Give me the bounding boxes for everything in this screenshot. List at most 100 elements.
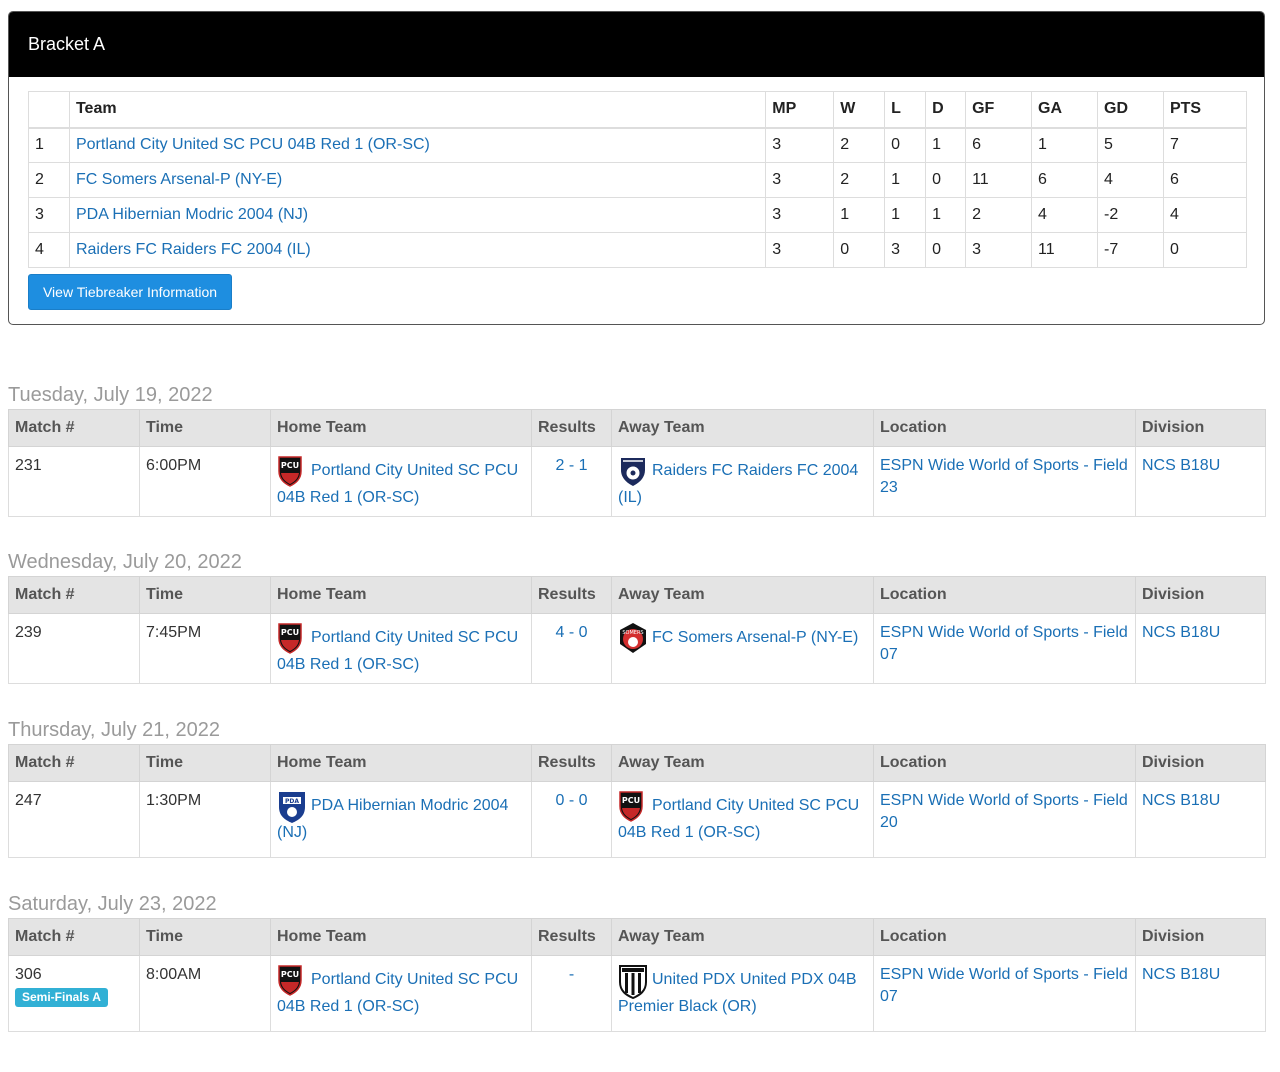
match-result-link[interactable]: - bbox=[531, 955, 612, 1032]
day-date: Saturday, July 23, 2022 bbox=[8, 893, 217, 915]
col-time: Time bbox=[139, 409, 271, 447]
svg-text:PCU: PCU bbox=[281, 628, 299, 637]
col-location: Location bbox=[873, 744, 1136, 782]
match-number: 306 bbox=[15, 966, 42, 983]
away-team-logo-icon bbox=[618, 964, 647, 1000]
match-number: 231 bbox=[15, 457, 42, 474]
away-team-link[interactable]: Raiders FC Raiders FC 2004 (IL) bbox=[618, 462, 858, 506]
pts: 7 bbox=[1162, 127, 1248, 163]
division-link[interactable]: NCS B18U bbox=[1142, 624, 1220, 641]
match-number-cell: 306 Semi-Finals A bbox=[8, 955, 140, 1032]
l: 3 bbox=[884, 232, 927, 268]
match-number: 247 bbox=[15, 792, 42, 809]
col-gd: GD bbox=[1097, 91, 1164, 129]
home-team-link[interactable]: Portland City United SC PCU 04B Red 1 (O… bbox=[277, 629, 518, 673]
mp: 3 bbox=[765, 162, 835, 198]
table-row: 2 FC Somers Arsenal-P (NY-E) 3 2 1 0 11 … bbox=[28, 162, 1248, 198]
match-time: 7:45PM bbox=[139, 613, 271, 684]
col-match-number: Match # bbox=[8, 744, 140, 782]
col-location: Location bbox=[873, 409, 1136, 447]
svg-text:PDA: PDA bbox=[285, 798, 299, 805]
col-home-team: Home Team bbox=[270, 744, 532, 782]
home-team-cell: PDA PDA Hibernian Modric 2004 (NJ) bbox=[270, 781, 532, 858]
away-team-logo-icon bbox=[618, 455, 645, 487]
match-time: 8:00AM bbox=[139, 955, 271, 1032]
home-team-link[interactable]: PDA Hibernian Modric 2004 (NJ) bbox=[277, 797, 508, 841]
location-cell: ESPN Wide World of Sports - Field 23 bbox=[873, 446, 1136, 517]
bracket-panel: Bracket A Team MP W L D GF GA GD PTS 1 P… bbox=[8, 11, 1265, 325]
day-date: Wednesday, July 20, 2022 bbox=[8, 551, 242, 573]
mp: 3 bbox=[765, 127, 835, 163]
away-team-link[interactable]: United PDX United PDX 04B Premier Black … bbox=[618, 971, 857, 1015]
division-link[interactable]: NCS B18U bbox=[1142, 966, 1220, 983]
home-team-link[interactable]: Portland City United SC PCU 04B Red 1 (O… bbox=[277, 462, 518, 506]
col-time: Time bbox=[139, 576, 271, 614]
team-link[interactable]: Raiders FC Raiders FC 2004 (IL) bbox=[68, 232, 767, 268]
mp: 3 bbox=[765, 197, 835, 233]
match-number-cell: 231 bbox=[8, 446, 140, 517]
match-row: 239 7:45PM PCU Portland City United SC PC… bbox=[8, 613, 1266, 684]
division-link[interactable]: NCS B18U bbox=[1142, 792, 1220, 809]
rank: 2 bbox=[28, 162, 70, 198]
col-away-team: Away Team bbox=[611, 576, 874, 614]
col-home-team: Home Team bbox=[270, 576, 532, 614]
col-location: Location bbox=[873, 576, 1136, 614]
away-team-link[interactable]: Portland City United SC PCU 04B Red 1 (O… bbox=[618, 797, 859, 841]
home-team-link[interactable]: Portland City United SC PCU 04B Red 1 (O… bbox=[277, 971, 518, 1015]
away-team-logo-icon: SOMERS bbox=[618, 622, 646, 654]
d: 1 bbox=[925, 197, 967, 233]
location-cell: ESPN Wide World of Sports - Field 20 bbox=[873, 781, 1136, 858]
col-division: Division bbox=[1135, 576, 1266, 614]
location-link[interactable]: ESPN Wide World of Sports - Field 23 bbox=[880, 457, 1128, 496]
col-match-number: Match # bbox=[8, 918, 140, 956]
schedule-table: Match # Time Home Team Results Away Team… bbox=[8, 918, 1266, 1032]
l: 1 bbox=[884, 197, 927, 233]
team-link[interactable]: Portland City United SC PCU 04B Red 1 (O… bbox=[68, 127, 767, 163]
rank: 3 bbox=[28, 197, 70, 233]
standings-table: Team MP W L D GF GA GD PTS 1 Portland Ci… bbox=[28, 91, 1248, 268]
division-link[interactable]: NCS B18U bbox=[1142, 457, 1220, 474]
location-link[interactable]: ESPN Wide World of Sports - Field 07 bbox=[880, 966, 1128, 1005]
location-link[interactable]: ESPN Wide World of Sports - Field 07 bbox=[880, 624, 1128, 663]
ga: 1 bbox=[1031, 127, 1098, 163]
location-link[interactable]: ESPN Wide World of Sports - Field 20 bbox=[880, 792, 1128, 831]
l: 1 bbox=[884, 162, 927, 198]
col-rank bbox=[28, 91, 70, 129]
col-results: Results bbox=[531, 918, 612, 956]
svg-text:SOMERS: SOMERS bbox=[622, 630, 643, 636]
col-match-number: Match # bbox=[8, 409, 140, 447]
col-division: Division bbox=[1135, 744, 1266, 782]
col-w: W bbox=[833, 91, 886, 129]
away-team-link[interactable]: FC Somers Arsenal-P (NY-E) bbox=[652, 629, 858, 646]
away-team-logo-icon: PCU bbox=[618, 790, 644, 822]
team-link[interactable]: FC Somers Arsenal-P (NY-E) bbox=[68, 162, 767, 198]
mp: 3 bbox=[765, 232, 835, 268]
gf: 11 bbox=[965, 162, 1033, 198]
l: 0 bbox=[884, 127, 927, 163]
col-d: D bbox=[925, 91, 967, 129]
col-time: Time bbox=[139, 744, 271, 782]
col-away-team: Away Team bbox=[611, 744, 874, 782]
col-results: Results bbox=[531, 744, 612, 782]
pts: 0 bbox=[1162, 232, 1248, 268]
team-link[interactable]: PDA Hibernian Modric 2004 (NJ) bbox=[68, 197, 767, 233]
match-result-link[interactable]: 2 - 1 bbox=[531, 446, 612, 517]
schedule-header-row: Match # Time Home Team Results Away Team… bbox=[8, 918, 1266, 956]
division-cell: NCS B18U bbox=[1135, 613, 1266, 684]
home-team-logo-icon: PCU bbox=[277, 622, 303, 654]
ga: 6 bbox=[1031, 162, 1098, 198]
view-tiebreaker-button[interactable]: View Tiebreaker Information bbox=[28, 274, 232, 310]
match-number-cell: 239 bbox=[8, 613, 140, 684]
match-result-link[interactable]: 4 - 0 bbox=[531, 613, 612, 684]
svg-text:PCU: PCU bbox=[281, 461, 299, 470]
schedule-table: Match # Time Home Team Results Away Team… bbox=[8, 576, 1266, 684]
w: 2 bbox=[833, 162, 886, 198]
location-cell: ESPN Wide World of Sports - Field 07 bbox=[873, 955, 1136, 1032]
bracket-title: Bracket A bbox=[9, 12, 1264, 77]
round-badge: Semi-Finals A bbox=[15, 988, 108, 1007]
match-result-link[interactable]: 0 - 0 bbox=[531, 781, 612, 858]
w: 2 bbox=[833, 127, 886, 163]
col-team: Team bbox=[68, 91, 767, 129]
col-ga: GA bbox=[1031, 91, 1098, 129]
day-date: Tuesday, July 19, 2022 bbox=[8, 384, 213, 406]
